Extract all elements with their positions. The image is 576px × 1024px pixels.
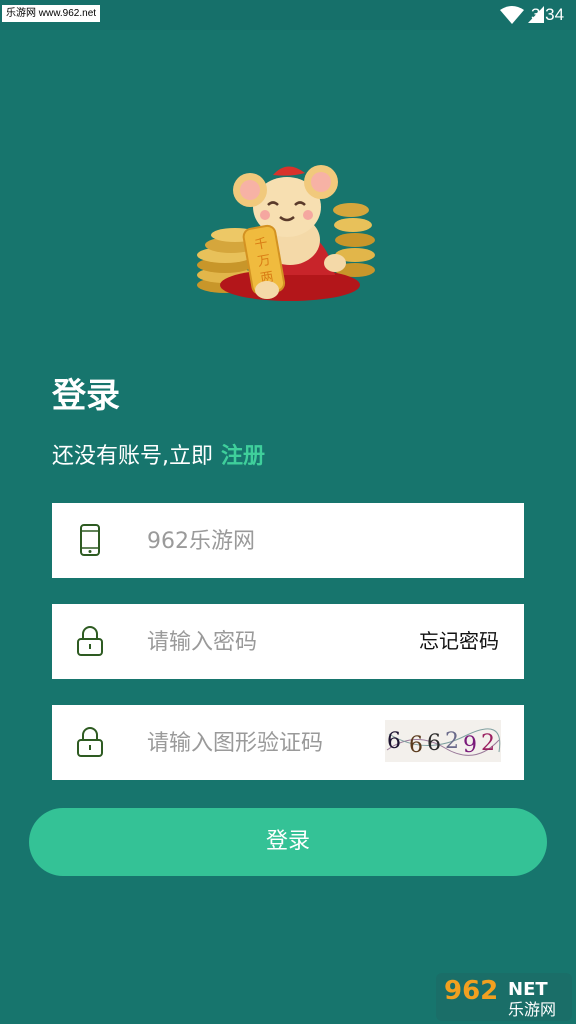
svg-text:9: 9 [463, 733, 477, 758]
mascot-illustration: 千 万 两 [197, 165, 375, 301]
svg-text:NET: NET [508, 979, 548, 1000]
wifi-icon [500, 6, 524, 24]
svg-text:962: 962 [444, 976, 498, 1006]
password-input[interactable] [147, 622, 377, 662]
forgot-password-link[interactable]: 忘记密码 [419, 626, 499, 656]
svg-text:乐游网: 乐游网 [508, 1000, 556, 1019]
svg-text:千: 千 [253, 236, 268, 253]
svg-text:6: 6 [387, 729, 401, 754]
login-button[interactable]: 登录 [29, 808, 547, 876]
captcha-image[interactable]: 6 6 6 2 9 2 [385, 720, 501, 762]
page-title: 登录 [52, 376, 120, 416]
status-bar: 乐游网 www.962.net 3:34 [0, 0, 576, 30]
clock: 3:34 [531, 5, 565, 24]
svg-text:2: 2 [445, 729, 459, 754]
register-prompt-text: 还没有账号,立即 [52, 444, 213, 469]
phone-icon [80, 524, 100, 556]
site-watermark: 962 NET 乐游网 [436, 973, 572, 1021]
phone-input[interactable] [147, 521, 377, 561]
password-field[interactable]: 忘记密码 [52, 604, 524, 679]
svg-text:万: 万 [256, 253, 271, 270]
lock-icon [77, 626, 103, 656]
source-label: 乐游网 www.962.net [2, 5, 101, 22]
register-prompt: 还没有账号,立即 注册 [52, 440, 265, 474]
phone-field[interactable] [52, 503, 524, 578]
captcha-field[interactable]: 6 6 6 2 9 2 [52, 705, 524, 780]
lock-icon [77, 727, 103, 757]
captcha-input[interactable] [147, 723, 377, 763]
svg-text:2: 2 [481, 731, 495, 756]
svg-text:6: 6 [409, 733, 423, 758]
svg-text:6: 6 [427, 731, 441, 756]
register-link[interactable]: 注册 [221, 444, 265, 469]
